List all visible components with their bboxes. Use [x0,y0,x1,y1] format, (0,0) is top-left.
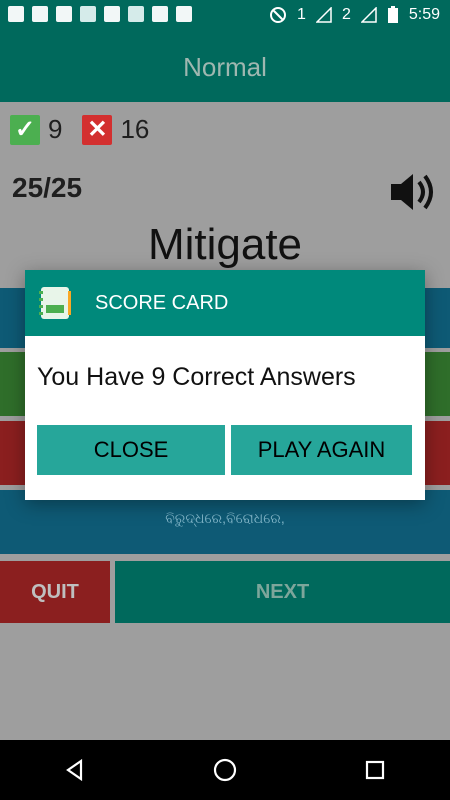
check-icon: ✓ [10,114,40,145]
quiz-word: Mitigate [147,220,303,269]
score-card-dialog: SCORE CARD You Have 9 Correct Answers CL… [25,270,425,500]
notification-icon [32,6,48,22]
signal-icon [315,7,332,23]
dialog-title: SCORE CARD [95,291,229,314]
quit-button[interactable]: QUIT [0,561,110,623]
notification-icon [56,6,72,22]
sim2-label: 2 [341,6,351,23]
battery-icon [387,6,398,23]
dialog-header: SCORE CARD [25,270,425,336]
x-icon: ✕ [82,114,113,145]
recents-square-icon[interactable] [357,752,393,788]
abc-odia-app-icon [39,287,71,319]
blank-icon [104,6,120,22]
android-icon [152,6,168,22]
play-again-button[interactable]: PLAY AGAIN [231,425,412,475]
status-notification-icons [8,6,192,22]
next-button[interactable]: NEXT [115,561,450,623]
speaker-icon[interactable] [385,166,437,218]
close-button[interactable]: CLOSE [37,425,225,475]
book-app-icon [80,6,96,22]
status-bar: 1 2 5:59 [0,0,450,32]
score-row: ✓ 9 ✕ 16 [10,114,161,145]
answer-option-text: ବିରୁଦ୍ଧରେ,ବିରୋଧରେ, [165,510,285,526]
wrong-count: 16 [120,114,150,144]
status-right: 1 2 5:59 [269,6,440,24]
clock: 5:59 [408,6,440,23]
navigation-bar [0,740,450,800]
dialog-message: You Have 9 Correct Answers [37,363,356,391]
correct-count: 9 [48,114,63,144]
question-progress: 25/25 [12,172,83,203]
book-app-icon [128,6,144,22]
back-triangle-icon[interactable] [57,752,93,788]
image-icon [176,6,192,22]
notification-icon [8,6,24,22]
app-title: Normal [183,51,267,82]
signal-icon [360,7,377,23]
dnd-icon [270,7,287,23]
home-circle-icon[interactable] [207,752,243,788]
app-bar: Normal [0,32,450,102]
sim1-label: 1 [297,6,306,23]
